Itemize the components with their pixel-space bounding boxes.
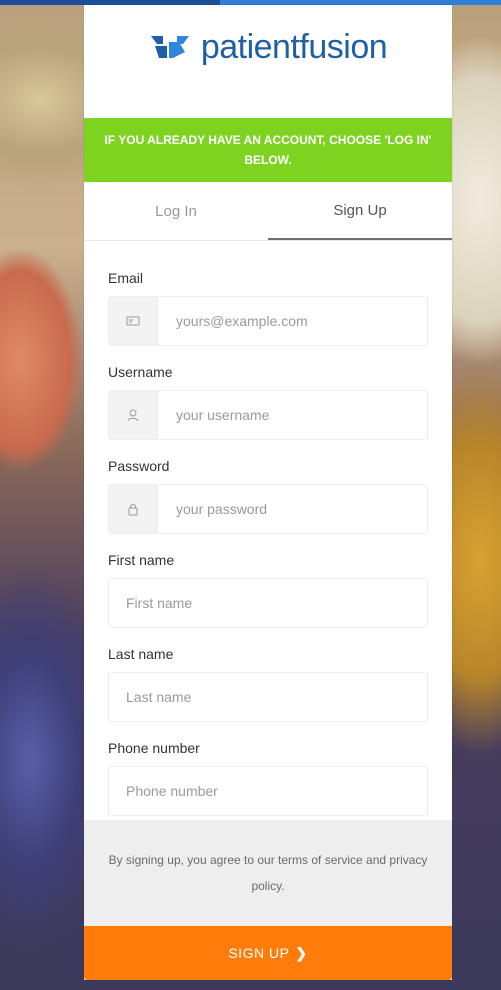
brand-logo: patientfusion — [84, 5, 452, 85]
brand-word-2: fusion — [299, 27, 388, 66]
sign-up-button[interactable]: SIGN UP ❯ — [84, 926, 452, 980]
user-icon — [109, 391, 158, 439]
last-name-field[interactable]: Last name — [108, 672, 428, 722]
lock-icon — [109, 485, 158, 533]
phone-label: Phone number — [108, 740, 200, 756]
password-field[interactable]: your password — [108, 484, 428, 534]
tab-sign-up[interactable]: Sign Up — [268, 182, 452, 240]
signup-card: patientfusion IF YOU ALREADY HAVE AN ACC… — [84, 5, 452, 980]
login-hint-banner: IF YOU ALREADY HAVE AN ACCOUNT, CHOOSE '… — [84, 118, 452, 182]
chevron-right-icon: ❯ — [295, 944, 308, 961]
email-card-icon — [109, 297, 158, 345]
phone-placeholder: Phone number — [126, 783, 218, 799]
first-name-field[interactable]: First name — [108, 578, 428, 628]
sign-up-label: SIGN UP — [228, 945, 290, 961]
terms-notice: By signing up, you agree to our terms of… — [84, 820, 452, 926]
password-placeholder: your password — [176, 501, 268, 517]
email-field[interactable]: yours@example.com — [108, 296, 428, 346]
password-label: Password — [108, 458, 170, 474]
brand-wordmark: patientfusion — [200, 27, 388, 67]
last-name-placeholder: Last name — [126, 689, 192, 705]
signup-form: Email yours@example.com Username your us… — [84, 268, 452, 816]
last-name-label: Last name — [108, 646, 174, 662]
first-name-placeholder: First name — [126, 595, 193, 611]
brand-word-1: patient — [200, 27, 300, 66]
phone-field[interactable]: Phone number — [108, 766, 428, 816]
email-placeholder: yours@example.com — [176, 313, 308, 329]
email-label: Email — [108, 270, 144, 286]
tab-log-in[interactable]: Log In — [84, 182, 268, 240]
username-label: Username — [108, 364, 173, 380]
terms-text: By signing up, you agree to our terms of… — [108, 853, 428, 893]
banner-text: IF YOU ALREADY HAVE AN ACCOUNT, CHOOSE '… — [104, 133, 432, 167]
first-name-label: First name — [108, 552, 175, 568]
auth-tabs: Log In Sign Up — [84, 182, 452, 241]
patient-fusion-logo-icon — [150, 36, 189, 58]
username-field[interactable]: your username — [108, 390, 428, 440]
username-placeholder: your username — [176, 407, 270, 423]
